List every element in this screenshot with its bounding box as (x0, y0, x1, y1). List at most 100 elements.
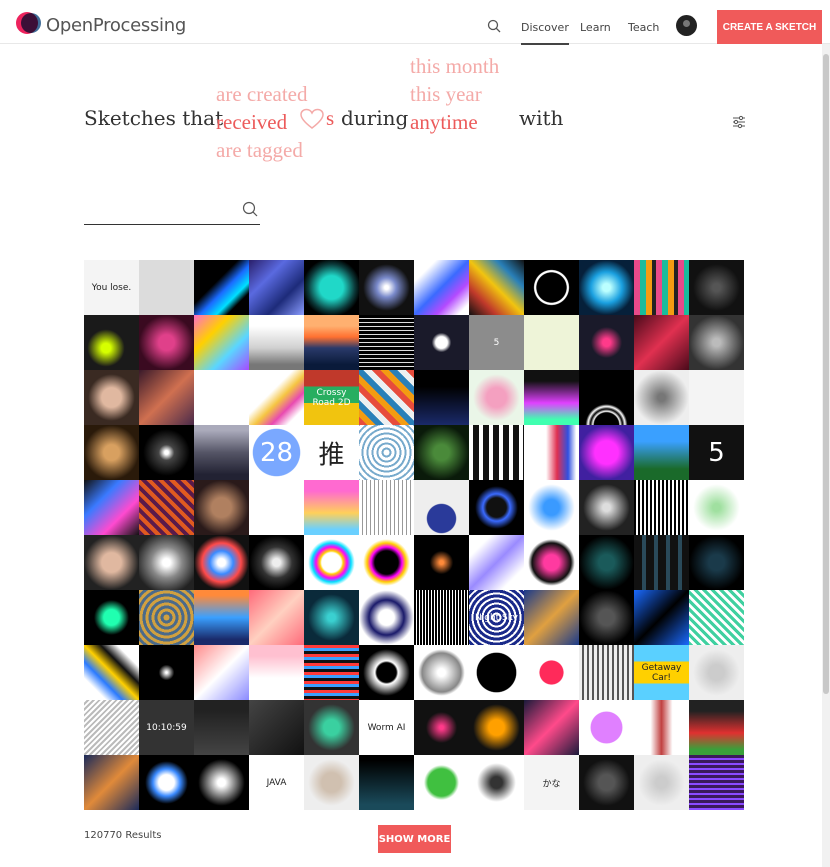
sketch-thumbnail[interactable] (139, 755, 194, 810)
sketch-thumbnail[interactable] (249, 645, 304, 700)
sketch-thumbnail[interactable]: 5 (689, 425, 744, 480)
sketch-thumbnail[interactable] (359, 480, 414, 535)
sketch-thumbnail[interactable] (359, 590, 414, 645)
sketch-thumbnail[interactable] (414, 425, 469, 480)
sketch-thumbnail[interactable]: 28 (249, 425, 304, 480)
sketch-thumbnail[interactable] (414, 370, 469, 425)
sketch-thumbnail[interactable] (414, 535, 469, 590)
sketch-thumbnail[interactable]: Night Sky (469, 590, 524, 645)
sketch-thumbnail[interactable] (469, 425, 524, 480)
sketch-thumbnail[interactable]: 10:10:59 (139, 700, 194, 755)
sketch-thumbnail[interactable] (194, 535, 249, 590)
sketch-thumbnail[interactable] (579, 700, 634, 755)
sketch-thumbnail[interactable] (194, 700, 249, 755)
sketch-thumbnail[interactable] (414, 700, 469, 755)
sketch-thumbnail[interactable] (579, 755, 634, 810)
sketch-thumbnail[interactable] (304, 645, 359, 700)
sketch-thumbnail[interactable] (469, 700, 524, 755)
tag-search-input[interactable] (84, 199, 234, 223)
sketch-thumbnail[interactable] (469, 260, 524, 315)
nav-teach[interactable]: Teach (628, 21, 659, 34)
avatar[interactable] (676, 15, 697, 36)
sketch-thumbnail[interactable] (84, 590, 139, 645)
sketch-thumbnail[interactable] (579, 590, 634, 645)
sketch-thumbnail[interactable] (689, 755, 744, 810)
sketch-thumbnail[interactable] (469, 535, 524, 590)
sketch-thumbnail[interactable] (139, 315, 194, 370)
sketch-thumbnail[interactable] (579, 370, 634, 425)
sketch-thumbnail[interactable] (359, 425, 414, 480)
sketch-thumbnail[interactable] (194, 590, 249, 645)
sketch-thumbnail[interactable] (194, 425, 249, 480)
sketch-thumbnail[interactable] (524, 370, 579, 425)
sketch-thumbnail[interactable] (414, 645, 469, 700)
sketch-thumbnail[interactable] (689, 645, 744, 700)
sketch-thumbnail[interactable] (249, 370, 304, 425)
sketch-thumbnail[interactable] (249, 480, 304, 535)
sketch-thumbnail[interactable] (84, 370, 139, 425)
nav-discover[interactable]: Discover (521, 21, 569, 45)
sketch-thumbnail[interactable] (304, 590, 359, 645)
sketch-thumbnail[interactable] (469, 370, 524, 425)
verb-option-tagged[interactable]: are tagged (216, 138, 303, 163)
sketch-thumbnail[interactable] (414, 755, 469, 810)
sketch-thumbnail[interactable] (249, 315, 304, 370)
create-sketch-button[interactable]: CREATE A SKETCH (717, 10, 822, 44)
sketch-thumbnail[interactable] (359, 260, 414, 315)
sketch-thumbnail[interactable] (84, 535, 139, 590)
sketch-thumbnail[interactable] (139, 645, 194, 700)
sketch-thumbnail[interactable] (249, 700, 304, 755)
sketch-thumbnail[interactable]: Crossy Road 2D (304, 370, 359, 425)
sketch-thumbnail[interactable] (579, 425, 634, 480)
sketch-thumbnail[interactable] (84, 315, 139, 370)
sketch-thumbnail[interactable] (469, 755, 524, 810)
page-scrollbar[interactable] (822, 44, 830, 867)
sketch-thumbnail[interactable] (634, 590, 689, 645)
sketch-thumbnail[interactable] (689, 480, 744, 535)
tag-search-field[interactable] (84, 199, 260, 225)
brand-name[interactable]: OpenProcessing (46, 15, 186, 36)
time-option-year[interactable]: this year (410, 82, 482, 107)
sketch-thumbnail[interactable] (634, 315, 689, 370)
sketch-thumbnail[interactable] (689, 260, 744, 315)
sketch-thumbnail[interactable] (689, 315, 744, 370)
sketch-thumbnail[interactable] (359, 315, 414, 370)
sketch-thumbnail[interactable] (524, 645, 579, 700)
sketch-thumbnail[interactable] (524, 260, 579, 315)
time-option-anytime[interactable]: anytime (410, 110, 478, 135)
search-icon[interactable] (487, 19, 501, 33)
sketch-thumbnail[interactable] (359, 370, 414, 425)
sketch-thumbnail[interactable] (579, 535, 634, 590)
sketch-thumbnail[interactable] (524, 425, 579, 480)
nav-learn[interactable]: Learn (580, 21, 611, 34)
sketch-thumbnail[interactable] (524, 535, 579, 590)
sketch-thumbnail[interactable] (469, 645, 524, 700)
time-option-month[interactable]: this month (410, 54, 499, 79)
sketch-thumbnail[interactable] (139, 260, 194, 315)
sketch-thumbnail[interactable] (689, 700, 744, 755)
sketch-thumbnail[interactable] (524, 700, 579, 755)
sketch-thumbnail[interactable] (304, 700, 359, 755)
sketch-thumbnail[interactable] (139, 480, 194, 535)
sketch-thumbnail[interactable] (579, 315, 634, 370)
sketch-thumbnail[interactable] (304, 480, 359, 535)
sketch-thumbnail[interactable] (579, 260, 634, 315)
sketch-thumbnail[interactable]: 推 (304, 425, 359, 480)
sketch-thumbnail[interactable] (634, 480, 689, 535)
sketch-thumbnail[interactable] (194, 260, 249, 315)
sketch-thumbnail[interactable]: Getaway Car! (634, 645, 689, 700)
sketch-thumbnail[interactable] (304, 755, 359, 810)
sketch-thumbnail[interactable] (139, 425, 194, 480)
sketch-thumbnail[interactable] (689, 370, 744, 425)
sketch-thumbnail[interactable] (194, 645, 249, 700)
sketch-thumbnail[interactable] (359, 645, 414, 700)
sketch-thumbnail[interactable] (579, 645, 634, 700)
sketch-thumbnail[interactable] (414, 315, 469, 370)
sketch-thumbnail[interactable] (414, 480, 469, 535)
sketch-thumbnail[interactable] (689, 535, 744, 590)
sketch-thumbnail[interactable] (524, 315, 579, 370)
sketch-thumbnail[interactable] (84, 645, 139, 700)
sketch-thumbnail[interactable]: JAVA (249, 755, 304, 810)
sketch-thumbnail[interactable]: Worm AI (359, 700, 414, 755)
sketch-thumbnail[interactable] (304, 315, 359, 370)
